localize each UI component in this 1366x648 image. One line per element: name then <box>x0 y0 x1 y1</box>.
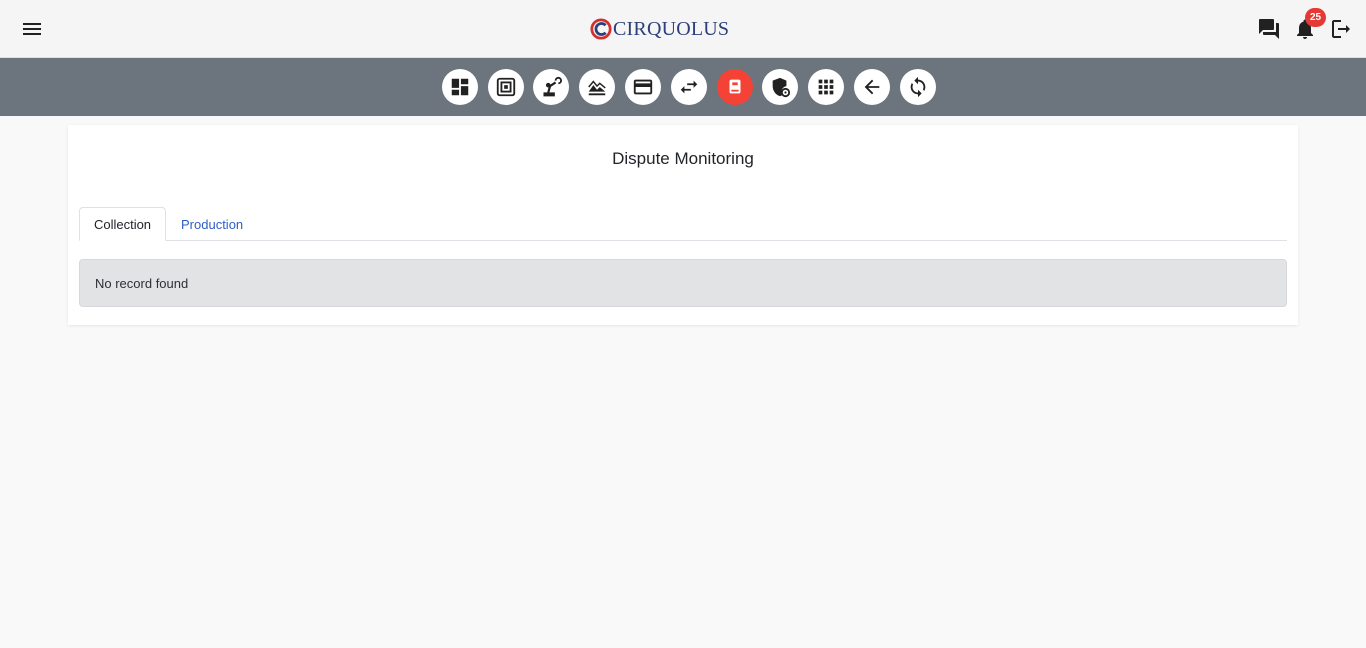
brand-name: CIRQUOLUS <box>613 17 730 40</box>
dispute-button[interactable] <box>717 69 753 105</box>
menu-icon[interactable] <box>20 17 44 41</box>
security-button[interactable] <box>762 69 798 105</box>
tab-collection[interactable]: Collection <box>79 207 166 241</box>
brand-logo[interactable]: CIRQUOLUS <box>590 15 729 43</box>
landscape-icon <box>588 80 606 96</box>
dashboard-button[interactable] <box>442 69 478 105</box>
apps-grid-icon <box>818 79 834 95</box>
logo-mark-icon <box>590 18 612 40</box>
back-arrow-icon <box>864 79 880 95</box>
dispute-icon <box>729 79 741 94</box>
empty-state-alert: No record found <box>79 259 1287 307</box>
payments-button[interactable] <box>625 69 661 105</box>
notification-badge: 25 <box>1305 8 1326 27</box>
transfer-button[interactable] <box>671 69 707 105</box>
dashboard-icon <box>451 78 469 96</box>
logout-icon[interactable] <box>1329 17 1353 41</box>
shield-settings-icon <box>772 77 791 98</box>
robot-arm-icon <box>543 76 562 97</box>
top-bar: CIRQUOLUS 25 <box>0 0 1366 58</box>
swap-icon <box>680 80 698 94</box>
page-title: Dispute Monitoring <box>612 149 754 168</box>
reports-button[interactable] <box>488 69 524 105</box>
apps-button[interactable] <box>808 69 844 105</box>
action-toolbar <box>0 58 1366 116</box>
dispute-card: Dispute Monitoring Collection Production… <box>68 125 1298 325</box>
credit-card-icon <box>633 79 653 95</box>
landscape-button[interactable] <box>579 69 615 105</box>
empty-state-message: No record found <box>95 275 189 291</box>
reports-icon <box>496 77 516 97</box>
refresh-icon <box>910 76 926 98</box>
refresh-button[interactable] <box>900 69 936 105</box>
operations-button[interactable] <box>533 69 569 105</box>
back-button[interactable] <box>854 69 890 105</box>
tab-bar: Collection Production <box>79 207 1287 241</box>
chat-icon[interactable] <box>1257 17 1281 41</box>
tab-production[interactable]: Production <box>166 207 258 241</box>
